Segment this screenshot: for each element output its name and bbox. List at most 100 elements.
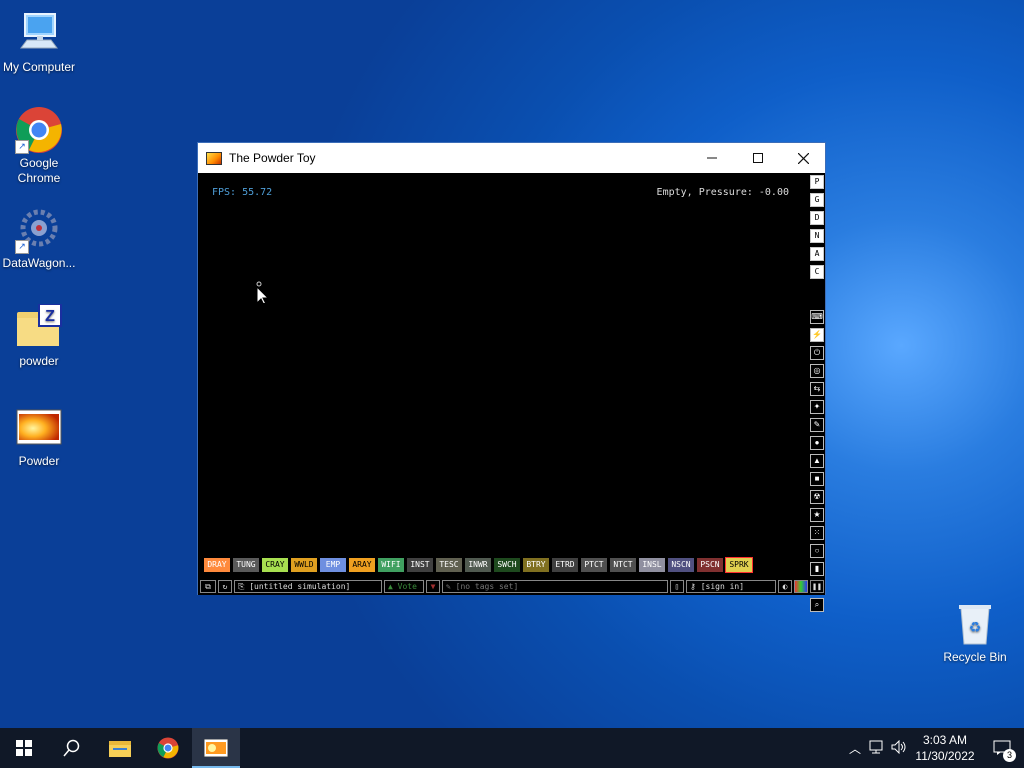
- side-button-c[interactable]: C: [810, 265, 824, 279]
- element-button-etrd[interactable]: ETRD: [552, 558, 578, 572]
- explosives-icon[interactable]: ✦: [810, 400, 824, 414]
- speaker-icon: [891, 739, 906, 754]
- reload-icon: ↻: [222, 582, 228, 591]
- start-button[interactable]: [0, 728, 48, 768]
- volume-button[interactable]: [888, 739, 910, 757]
- desktop-icon-label: Google Chrome: [17, 156, 61, 185]
- search-button[interactable]: [48, 728, 96, 768]
- show-hidden-icons-button[interactable]: ︿: [844, 740, 866, 757]
- desktop-icon-my-computer[interactable]: My Computer: [0, 10, 78, 75]
- element-button-ntct[interactable]: NTCT: [610, 558, 636, 572]
- tools-bulb-icon[interactable]: ○: [810, 544, 824, 558]
- element-button-nscn[interactable]: NSCN: [668, 558, 694, 572]
- network-icon: [869, 740, 883, 753]
- network-button[interactable]: [866, 740, 888, 757]
- notification-badge: 3: [1003, 749, 1016, 762]
- element-button-insl[interactable]: INSL: [639, 558, 665, 572]
- window-title: The Powder Toy: [229, 151, 316, 165]
- solids-icon[interactable]: ✎: [810, 418, 824, 432]
- element-button-inst[interactable]: INST: [407, 558, 433, 572]
- minimize-button[interactable]: [689, 143, 735, 173]
- powder-toy-taskbar-button[interactable]: [192, 728, 240, 768]
- minimize-icon: [707, 157, 717, 159]
- desktop-icon-powder-folder[interactable]: Z powder: [0, 303, 78, 369]
- life-star-icon[interactable]: ★: [810, 508, 824, 522]
- vote-down-button[interactable]: ▼: [426, 580, 440, 593]
- reload-button[interactable]: ↻: [218, 580, 232, 593]
- element-button-wifi[interactable]: WIFI: [378, 558, 404, 572]
- open-save-button[interactable]: ⧉: [200, 580, 216, 593]
- element-button-wwld[interactable]: WWLD: [291, 558, 317, 572]
- chrome-icon: [157, 737, 179, 759]
- taskbar: ︿ 3:03 AM 11/30/2022 3: [0, 728, 1024, 768]
- powder-toy-window: The Powder Toy FPS: 55.72 Empty, Pressur…: [197, 142, 826, 612]
- sign-in-button[interactable]: ⚷ [sign in]: [686, 580, 776, 593]
- settings-button[interactable]: ◐: [778, 580, 792, 593]
- close-icon: [797, 152, 809, 164]
- side-button-n[interactable]: N: [810, 229, 824, 243]
- close-button[interactable]: [780, 143, 826, 173]
- zip-folder-icon: Z: [15, 303, 63, 352]
- pause-button[interactable]: ❚❚: [810, 580, 824, 593]
- element-button-ptct[interactable]: PTCT: [581, 558, 607, 572]
- simulation-canvas[interactable]: FPS: 55.72 Empty, Pressure: -0.00: [198, 173, 809, 578]
- element-button-dray[interactable]: DRAY: [204, 558, 230, 572]
- element-button-aray[interactable]: ARAY: [349, 558, 375, 572]
- desktop-icon-label: Powder: [18, 454, 60, 468]
- sign-in-label: [sign in]: [700, 582, 745, 591]
- maximize-button[interactable]: [735, 143, 781, 173]
- favorites-bookmark-icon[interactable]: ▮: [810, 562, 824, 576]
- element-button-inwr[interactable]: INWR: [465, 558, 491, 572]
- window-titlebar[interactable]: The Powder Toy: [198, 143, 825, 173]
- element-button-pscn[interactable]: PSCN: [697, 558, 723, 572]
- category-menu: ⌨ ⚡ ⏻ ◎ ⇆ ✦ ✎ ● ▲ ■ ☢ ★ ⁙ ○ ▮ ✓ ⌕: [810, 310, 824, 616]
- sensors-icon[interactable]: ⇆: [810, 382, 824, 396]
- element-button-swch[interactable]: SWCH: [494, 558, 520, 572]
- liquids-drop-icon[interactable]: ●: [810, 436, 824, 450]
- clock-time: 3:03 AM: [922, 733, 968, 747]
- bottom-toolbar: ⧉ ↻ ⎘ [untitled simulation] ▲ Vote ▼ ✎ […: [198, 578, 825, 595]
- vote-label: Vote: [397, 582, 417, 591]
- shortcut-arrow-icon: ↗: [15, 140, 29, 154]
- vote-up-button[interactable]: ▲ Vote: [384, 580, 424, 593]
- element-button-btry[interactable]: BTRY: [523, 558, 549, 572]
- special-square-icon[interactable]: ■: [810, 472, 824, 486]
- search-icon: [63, 739, 80, 757]
- save-simulation-button[interactable]: ⎘ [untitled simulation]: [234, 580, 382, 593]
- file-explorer-button[interactable]: [96, 728, 144, 768]
- element-button-cray[interactable]: CRAY: [262, 558, 288, 572]
- desktop-icon-datawagon[interactable]: ↗ DataWagon...: [0, 206, 78, 271]
- search-icon[interactable]: ⌕: [810, 598, 824, 612]
- action-center-button[interactable]: 3: [980, 728, 1024, 768]
- shortcut-arrow-icon: ↗: [15, 240, 29, 254]
- side-button-g[interactable]: G: [810, 193, 824, 207]
- electronics-plug-icon[interactable]: ⚡: [810, 328, 824, 342]
- desktop-icon-label: My Computer: [2, 60, 76, 74]
- element-button-emp[interactable]: EMP: [320, 558, 346, 572]
- radioactive-icon[interactable]: ☢: [810, 490, 824, 504]
- clock-date: 11/30/2022: [915, 749, 975, 763]
- powders-icon[interactable]: ⁙: [810, 526, 824, 540]
- desktop-icon-chrome[interactable]: ↗ Google Chrome: [0, 106, 78, 186]
- chrome-taskbar-button[interactable]: [144, 728, 192, 768]
- desktop-icon-label: Recycle Bin: [943, 650, 1007, 664]
- render-options-button[interactable]: [794, 580, 808, 593]
- element-button-sprk[interactable]: SPRK: [725, 557, 753, 573]
- powder-toy-icon: [204, 739, 228, 757]
- open-icon: ⧉: [205, 581, 211, 591]
- gases-flask-icon[interactable]: ▲: [810, 454, 824, 468]
- new-simulation-button[interactable]: ▯: [670, 580, 684, 593]
- element-button-tesc[interactable]: TESC: [436, 558, 462, 572]
- desktop-icon-powder-app[interactable]: Powder: [0, 404, 78, 469]
- desktop-icon-recycle-bin[interactable]: ♻ Recycle Bin: [936, 600, 1014, 665]
- simulation-name: [untitled simulation]: [249, 582, 351, 591]
- side-button-p[interactable]: P: [810, 175, 824, 189]
- side-button-a[interactable]: A: [810, 247, 824, 261]
- clock[interactable]: 3:03 AM 11/30/2022: [910, 732, 980, 764]
- tags-button[interactable]: ✎ [no tags set]: [442, 580, 668, 593]
- keyboard-icon[interactable]: ⌨: [810, 310, 824, 324]
- element-button-tung[interactable]: TUNG: [233, 558, 259, 572]
- power-icon[interactable]: ⏻: [810, 346, 824, 360]
- force-icon[interactable]: ◎: [810, 364, 824, 378]
- side-button-d[interactable]: D: [810, 211, 824, 225]
